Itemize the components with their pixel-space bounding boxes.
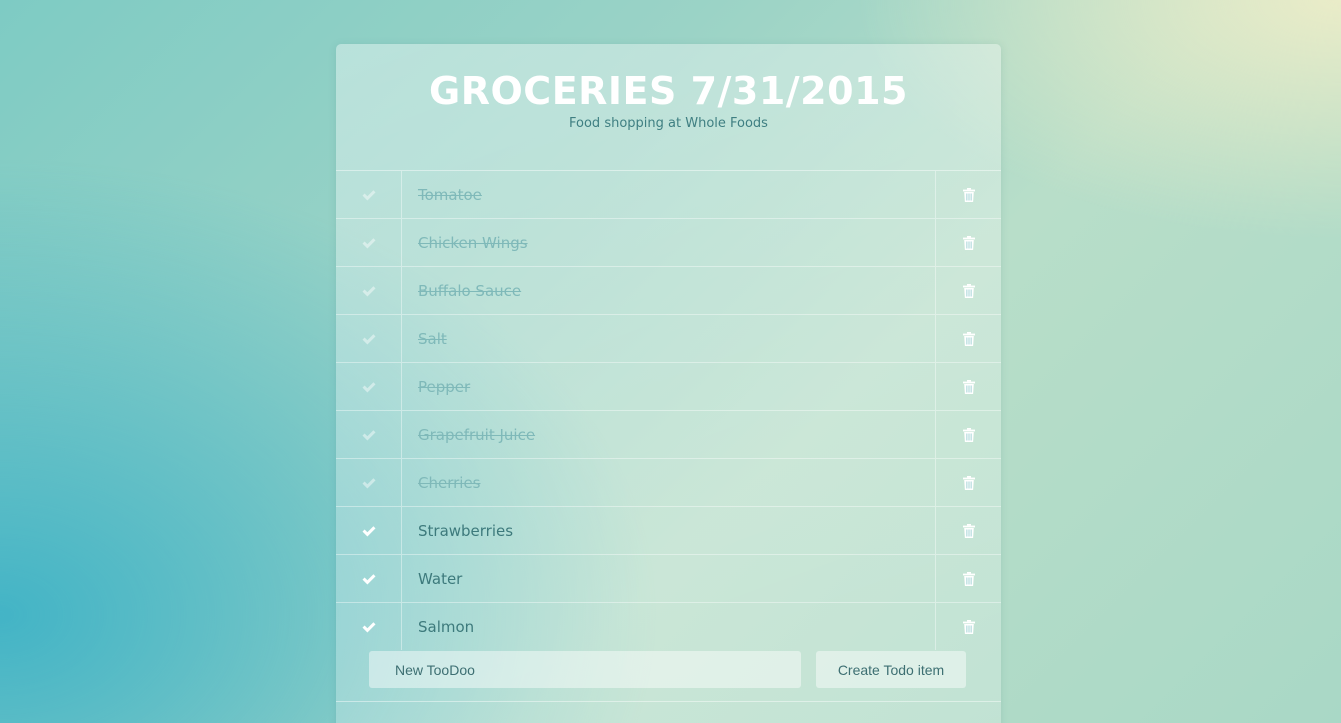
checkmark-icon <box>362 333 375 344</box>
todo-card: GROCERIES 7/31/2015 Food shopping at Who… <box>336 44 1001 723</box>
delete-todo-button[interactable] <box>936 411 1001 458</box>
list-subtitle: Food shopping at Whole Foods <box>569 116 768 131</box>
checkmark-icon <box>362 237 375 248</box>
toggle-complete-button[interactable] <box>336 603 402 650</box>
todo-item: Strawberries <box>336 507 1001 555</box>
toggle-complete-button[interactable] <box>336 315 402 362</box>
list-title: GROCERIES 7/31/2015 <box>429 69 908 113</box>
delete-todo-button[interactable] <box>936 363 1001 410</box>
todo-item: Grapefruit Juice <box>336 411 1001 459</box>
todo-item: Buffalo Sauce <box>336 267 1001 315</box>
checkmark-icon <box>362 621 375 632</box>
todo-label: Tomatoe <box>402 171 936 218</box>
trash-icon <box>962 475 975 490</box>
todo-label: Grapefruit Juice <box>402 411 936 458</box>
todo-label: Chicken Wings <box>402 219 936 266</box>
toggle-complete-button[interactable] <box>336 507 402 554</box>
checkmark-icon <box>362 477 375 488</box>
toggle-complete-button[interactable] <box>336 459 402 506</box>
trash-icon <box>962 235 975 250</box>
todo-item: Chicken Wings <box>336 219 1001 267</box>
todo-label: Salmon <box>402 603 936 650</box>
checkmark-icon <box>362 381 375 392</box>
trash-icon <box>962 427 975 442</box>
list-header: GROCERIES 7/31/2015 Food shopping at Who… <box>336 44 1001 171</box>
delete-todo-button[interactable] <box>936 171 1001 218</box>
toggle-complete-button[interactable] <box>336 267 402 314</box>
trash-icon <box>962 523 975 538</box>
todo-item: Water <box>336 555 1001 603</box>
todo-label: Buffalo Sauce <box>402 267 936 314</box>
todo-label: Cherries <box>402 459 936 506</box>
delete-todo-button[interactable] <box>936 603 1001 650</box>
todo-item: Cherries <box>336 459 1001 507</box>
trash-icon <box>962 187 975 202</box>
checkmark-icon <box>362 429 375 440</box>
toggle-complete-button[interactable] <box>336 411 402 458</box>
todo-item: Salt <box>336 315 1001 363</box>
todo-list: Tomatoe Chicken Wings Buffalo Sauce Salt… <box>336 171 1001 650</box>
new-todo-input[interactable] <box>369 651 801 688</box>
trash-icon <box>962 283 975 298</box>
todo-label: Pepper <box>402 363 936 410</box>
trash-icon <box>962 379 975 394</box>
todo-item: Tomatoe <box>336 171 1001 219</box>
trash-icon <box>962 331 975 346</box>
checkmark-icon <box>362 189 375 200</box>
delete-todo-button[interactable] <box>936 315 1001 362</box>
todo-item: Pepper <box>336 363 1001 411</box>
trash-icon <box>962 571 975 586</box>
todo-label: Strawberries <box>402 507 936 554</box>
toggle-complete-button[interactable] <box>336 171 402 218</box>
trash-icon <box>962 619 975 634</box>
todo-label: Water <box>402 555 936 602</box>
delete-todo-button[interactable] <box>936 507 1001 554</box>
todo-item: Salmon <box>336 603 1001 650</box>
delete-todo-button[interactable] <box>936 267 1001 314</box>
delete-todo-button[interactable] <box>936 219 1001 266</box>
create-todo-button[interactable]: Create Todo item <box>816 651 966 688</box>
new-item-row: Create Todo item <box>336 650 1001 702</box>
checkmark-icon <box>362 573 375 584</box>
checkmark-icon <box>362 285 375 296</box>
toggle-complete-button[interactable] <box>336 219 402 266</box>
toggle-complete-button[interactable] <box>336 555 402 602</box>
checkmark-icon <box>362 525 375 536</box>
delete-todo-button[interactable] <box>936 555 1001 602</box>
delete-todo-button[interactable] <box>936 459 1001 506</box>
toggle-complete-button[interactable] <box>336 363 402 410</box>
todo-label: Salt <box>402 315 936 362</box>
